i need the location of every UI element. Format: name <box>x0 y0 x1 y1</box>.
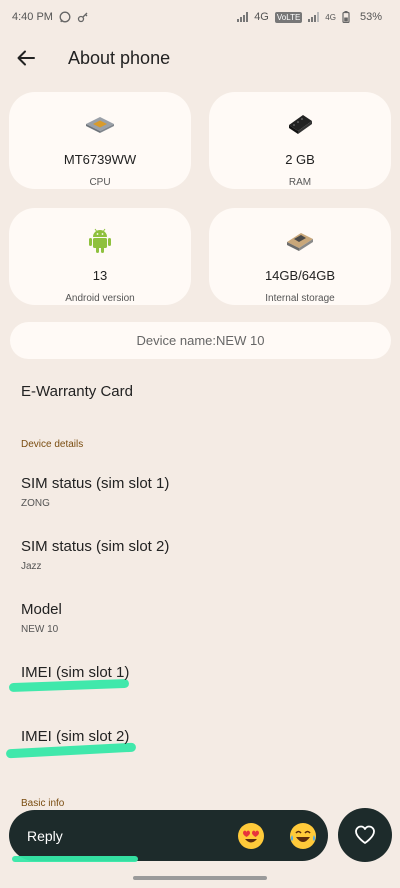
status-left: 4:40 PM <box>12 11 89 23</box>
sim-status-slot-2-title: SIM status (sim slot 2) <box>21 538 170 555</box>
signal-bars-icon <box>308 12 320 22</box>
basic-info-header: Basic info <box>21 798 65 809</box>
cpu-tile[interactable]: MT6739WW CPU <box>9 92 191 189</box>
imei-slot-2-title: IMEI (sim slot 2) <box>21 728 130 745</box>
model-title: Model <box>21 601 62 618</box>
e-warranty-card-item[interactable]: E-Warranty Card <box>21 383 133 400</box>
like-button[interactable] <box>338 808 392 862</box>
imei-slot-2-item[interactable]: IMEI (sim slot 2) <box>21 728 129 745</box>
sim-status-slot-1-item[interactable]: SIM status (sim slot 1) ZONG <box>21 475 169 509</box>
sim-status-slot-2-item[interactable]: SIM status (sim slot 2) Jazz <box>21 538 169 572</box>
android-version-tile[interactable]: 13 Android version <box>9 208 191 305</box>
ram-label: RAM <box>288 177 312 188</box>
status-bar: 4:40 PM 4G VoLTE 4G 53% <box>0 0 400 34</box>
storage-icon <box>284 226 316 254</box>
signal-bars-icon <box>237 12 249 22</box>
e-warranty-card-label: E-Warranty Card <box>21 383 133 400</box>
cpu-label: CPU <box>89 177 111 188</box>
reply-bar: Reply <box>9 810 328 861</box>
highlight-mark <box>12 856 138 862</box>
device-details-header: Device details <box>21 439 84 450</box>
android-version-label: Android version <box>65 293 135 304</box>
internal-storage-value: 14GB/64GB <box>264 268 336 283</box>
heart-eyes-emoji-icon[interactable] <box>236 821 266 851</box>
status-right: 4G VoLTE 4G 53% <box>237 11 382 24</box>
android-version-value: 13 <box>92 268 108 283</box>
sim-status-slot-1-value: ZONG <box>21 498 50 509</box>
battery-percent: 53% <box>359 11 382 23</box>
battery-icon <box>342 11 354 24</box>
network-type-1: 4G <box>254 11 269 23</box>
sim-status-slot-2-value: Jazz <box>21 561 42 572</box>
imei-slot-1-title: IMEI (sim slot 1) <box>21 664 130 681</box>
ram-icon <box>285 110 315 138</box>
volte-badge: VoLTE <box>274 11 303 23</box>
model-value: NEW 10 <box>21 624 59 635</box>
status-time: 4:40 PM <box>12 11 53 23</box>
android-icon <box>88 226 112 254</box>
imei-slot-1-item[interactable]: IMEI (sim slot 1) <box>21 664 129 681</box>
home-indicator[interactable] <box>133 876 267 880</box>
device-name-field[interactable]: Device name:NEW 10 <box>10 322 391 359</box>
app-bar: About phone <box>0 34 400 82</box>
sim-status-slot-1-title: SIM status (sim slot 1) <box>21 475 170 492</box>
arrow-left-icon <box>17 50 35 66</box>
reply-input[interactable]: Reply <box>27 828 214 844</box>
internal-storage-tile[interactable]: 14GB/64GB Internal storage <box>209 208 391 305</box>
chip-icon <box>83 110 117 138</box>
heart-icon <box>355 825 375 844</box>
key-icon <box>77 11 89 23</box>
network-type-2: 4G <box>325 12 336 22</box>
back-button[interactable] <box>2 34 50 82</box>
model-item[interactable]: Model NEW 10 <box>21 601 62 635</box>
tears-of-joy-emoji-icon[interactable] <box>288 821 318 851</box>
ram-value: 2 GB <box>285 152 315 167</box>
internal-storage-label: Internal storage <box>265 293 335 304</box>
page-title: About phone <box>68 47 171 68</box>
cpu-value: MT6739WW <box>63 152 137 167</box>
ram-tile[interactable]: 2 GB RAM <box>209 92 391 189</box>
whatsapp-icon <box>59 11 71 23</box>
